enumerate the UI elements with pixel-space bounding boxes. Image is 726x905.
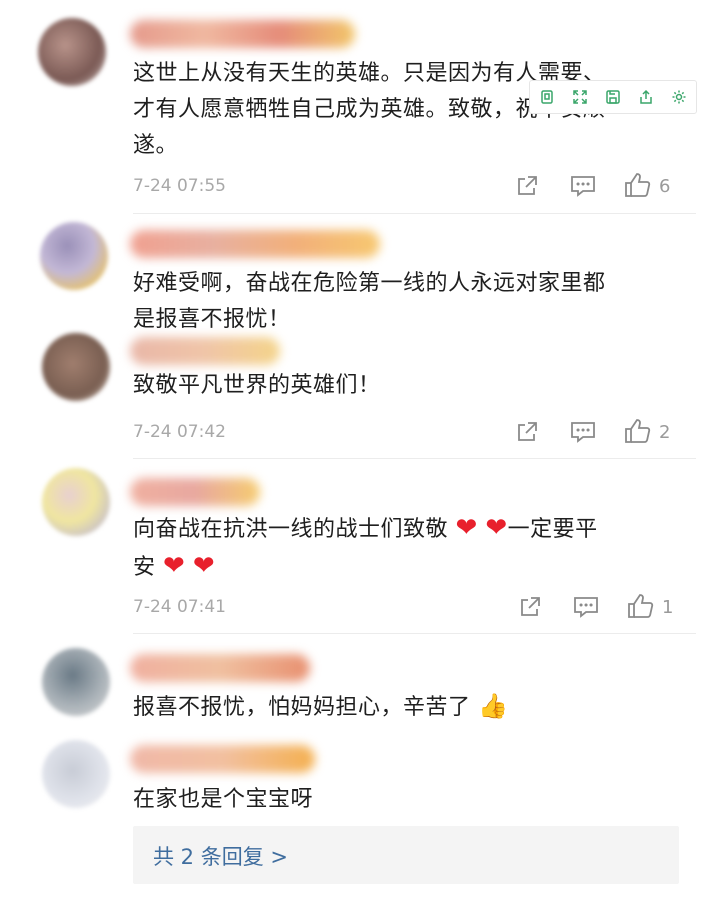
heart-icon: ❤ (455, 513, 478, 543)
share-icon (518, 176, 537, 195)
comment-text: 报喜不报忧，怕妈妈担心，辛苦了 👍 (133, 688, 508, 726)
comment-time: 7-24 07:41 (133, 597, 226, 617)
heart-icon: ❤ (163, 551, 186, 581)
comment-icon (574, 597, 598, 618)
comment-line: 安 ❤ ❤ (133, 548, 598, 586)
username-redacted[interactable] (130, 20, 355, 48)
username-redacted[interactable] (130, 745, 315, 773)
avatar[interactable] (42, 648, 110, 716)
comment-time: 7-24 07:55 (133, 176, 226, 196)
comment-line-part: 向奋战在抗洪一线的战士们致敬 (133, 517, 449, 542)
comment-icon (571, 176, 595, 197)
username-redacted[interactable] (130, 478, 260, 506)
like-count: 2 (659, 422, 671, 443)
view-replies-label: 共 2 条回复 > (153, 845, 288, 869)
heart-icon: ❤ (485, 513, 508, 543)
comment-line: 好难受啊，奋战在危险第一线的人永远对家里都 (133, 271, 606, 296)
comment-text: 向奋战在抗洪一线的战士们致敬 ❤ ❤一定要平 安 ❤ ❤ (133, 510, 598, 586)
comment-line: 遂。 (133, 133, 179, 158)
divider (133, 458, 696, 459)
settings-icon[interactable] (671, 89, 687, 105)
thumbs-up-emoji: 👍 (478, 692, 509, 720)
avatar[interactable] (42, 468, 110, 536)
reply-text: 致敬平凡世界的英雄们！ (133, 373, 381, 398)
comment-line: 是报喜不报忧！ (133, 307, 291, 332)
share-button[interactable] (515, 420, 539, 444)
avatar[interactable] (40, 222, 108, 290)
like-button[interactable] (624, 418, 652, 444)
avatar[interactable] (38, 18, 106, 86)
comment-line-part: 报喜不报忧，怕妈妈担心，辛苦了 (133, 695, 471, 720)
comment-button[interactable] (573, 595, 599, 619)
comment-time: 7-24 07:42 (133, 422, 226, 442)
like-count: 1 (662, 597, 674, 618)
divider (133, 633, 696, 634)
share-button[interactable] (515, 174, 539, 198)
comment-icon (571, 422, 595, 443)
copy-icon[interactable] (539, 89, 555, 105)
comment-button[interactable] (570, 420, 596, 444)
like-button[interactable] (624, 172, 652, 198)
like-button[interactable] (627, 593, 655, 619)
thumbs-up-icon (628, 594, 654, 618)
comment-line-part: 安 (133, 555, 156, 580)
comment-text: 好难受啊，奋战在危险第一线的人永远对家里都 是报喜不报忧！ (133, 266, 606, 338)
floating-toolbar (529, 80, 697, 114)
username-redacted[interactable] (130, 654, 310, 682)
share-button[interactable] (518, 595, 542, 619)
reply-avatar[interactable] (42, 333, 110, 401)
username-redacted[interactable] (130, 230, 380, 258)
view-replies-button[interactable]: 共 2 条回复 > (133, 826, 679, 884)
username-redacted[interactable] (130, 337, 280, 365)
reply-text: 在家也是个宝宝呀 (133, 787, 314, 812)
like-count: 6 (659, 176, 671, 197)
comment-button[interactable] (570, 174, 596, 198)
comment-line-part: 一定要平 (507, 517, 598, 542)
expand-icon[interactable] (572, 89, 588, 105)
save-icon[interactable] (605, 89, 621, 105)
share-icon (521, 597, 540, 616)
thumbs-up-icon (625, 419, 651, 443)
divider (133, 213, 696, 214)
reply-avatar[interactable] (42, 740, 110, 808)
export-icon[interactable] (638, 89, 654, 105)
thumbs-up-icon (625, 173, 651, 197)
heart-icon: ❤ (192, 551, 216, 581)
comment-line: 向奋战在抗洪一线的战士们致敬 ❤ ❤一定要平 (133, 510, 598, 548)
share-icon (518, 422, 537, 441)
